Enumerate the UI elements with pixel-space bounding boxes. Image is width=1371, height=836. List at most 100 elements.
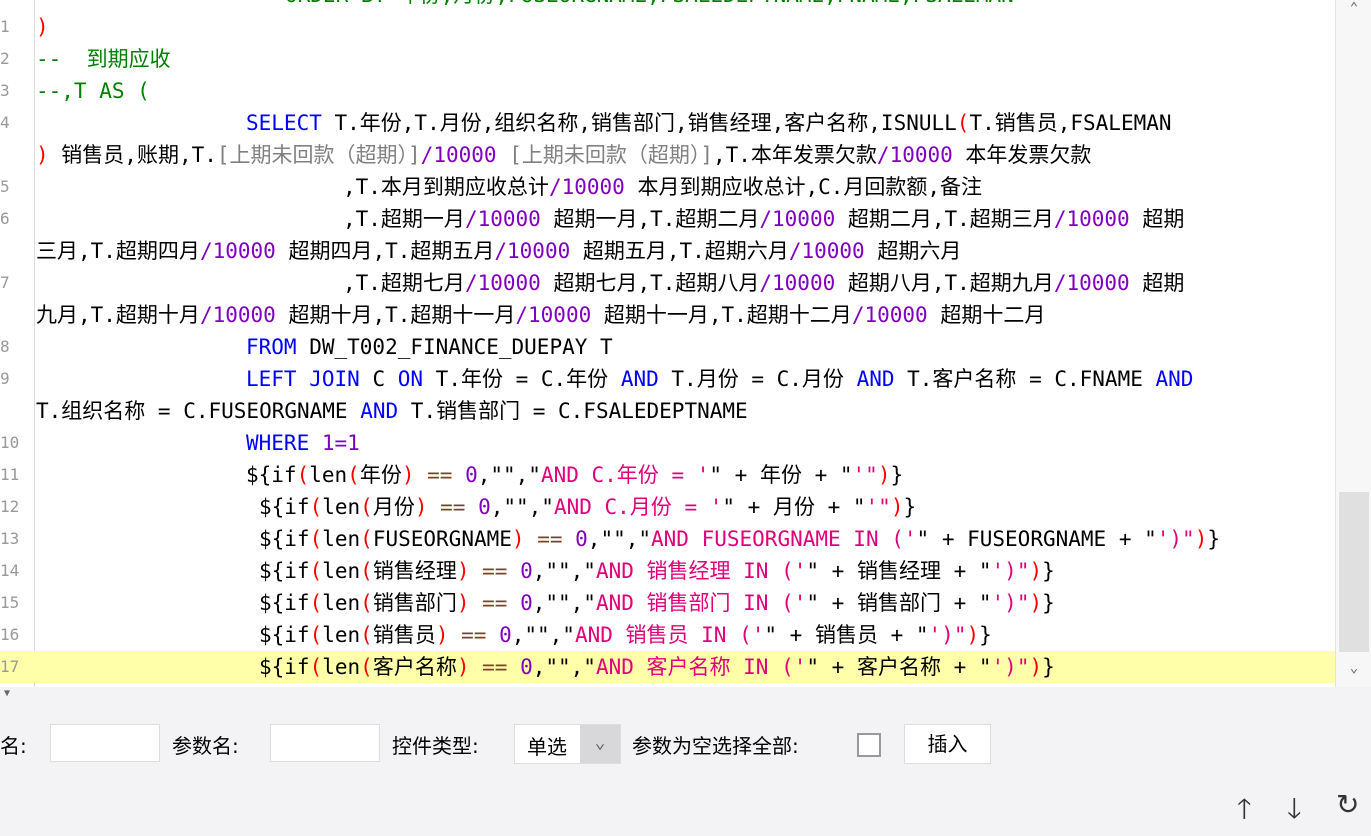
arrow-up-icon[interactable]: 🡑 xyxy=(1237,788,1252,836)
token-txt: T.销售员,FSALEMAN xyxy=(969,111,1172,135)
token-str: '" xyxy=(852,463,878,487)
vertical-scrollbar[interactable]: ⌃ ⌄ xyxy=(1335,0,1371,687)
token-txt: ,""," xyxy=(532,591,596,615)
code-line[interactable]: 14 ${if(len(销售经理) == 0,"","AND 销售经理 IN ('… xyxy=(0,555,1335,587)
code-line[interactable]: 7 ,T.超期七月/10000 超期七月,T.超期八月/10000 超期八月,T.… xyxy=(0,267,1335,299)
token-txt: ,""," xyxy=(532,655,596,679)
line-number: 1 xyxy=(0,17,10,36)
code-line[interactable]: 11 ${if(len(年份) == 0,"","AND C.年份 = '" + … xyxy=(0,459,1335,491)
control-type-value: 单选 xyxy=(527,735,567,759)
token-red: ) xyxy=(1029,559,1043,583)
token-num: /10000 xyxy=(464,271,541,295)
code-line[interactable]: 三月,T.超期四月/10000 超期四月,T.超期五月/10000 超期五月,T… xyxy=(0,235,1335,267)
token-str: ')" xyxy=(991,591,1030,615)
token-txt: T.年份 = C.年份 xyxy=(423,367,621,391)
token-txt: len xyxy=(309,463,348,487)
name-input[interactable] xyxy=(50,724,160,762)
token-num: /10000 xyxy=(199,303,276,327)
code-line[interactable]: ) 销售员,账期,T.[上期未回款（超期）]/10000 [上期未回款（超期）]… xyxy=(0,139,1335,171)
token-num: /10000 xyxy=(788,239,865,263)
control-type-select[interactable]: 单选 ⌄ xyxy=(514,724,621,764)
token-kw: WHERE xyxy=(246,431,310,455)
code-line[interactable]: 2 -- 到期应收 xyxy=(0,43,1335,75)
scroll-up-icon[interactable]: ⌃ xyxy=(1336,0,1371,16)
line-number: 5 xyxy=(0,177,10,196)
line-number: 6 xyxy=(0,209,10,228)
token-num: /10000 xyxy=(1053,207,1130,231)
token-txt: ,T.超期一月 xyxy=(343,207,465,231)
token-op: == xyxy=(469,559,521,583)
code-line[interactable]: T.组织名称 = C.FUSEORGNAME AND T.销售部门 = C.FS… xyxy=(0,395,1335,427)
code-line[interactable]: 1) xyxy=(0,11,1335,43)
token-gray: [上期未回款（超期）] xyxy=(509,143,713,167)
code-text: 三月,T.超期四月/10000 超期四月,T.超期五月/10000 超期五月,T… xyxy=(36,235,961,267)
token-num: 0 xyxy=(575,527,588,551)
code-line[interactable]: 3 --,T AS ( xyxy=(0,75,1335,107)
code-line[interactable]: 10 WHERE 1=1 xyxy=(0,427,1335,459)
token-op: == xyxy=(427,495,479,519)
line-number: 15 xyxy=(0,593,20,612)
code-line-current[interactable]: 17 ${if(len(客户名称) == 0,"","AND 客户名称 IN ('… xyxy=(0,651,1335,683)
token-txt: 三月,T.超期四月 xyxy=(36,239,200,263)
token-txt: 超期十二月 xyxy=(927,303,1046,327)
token-str: AND FUSEORGNAME IN (' xyxy=(651,527,917,551)
token-str: ')" xyxy=(1156,527,1195,551)
token-txt: C xyxy=(359,367,398,391)
empty-select-all-checkbox[interactable] xyxy=(857,733,881,757)
token-red: ) xyxy=(414,495,428,519)
code-line[interactable]: 九月,T.超期十月/10000 超期十月,T.超期十一月/10000 超期十一月… xyxy=(0,299,1335,331)
token-txt: 超期十一月,T.超期十二月 xyxy=(591,303,852,327)
code-line[interactable]: 12 ${if(len(月份) == 0,"","AND C.月份 = '" + … xyxy=(0,491,1335,523)
code-line[interactable]: 8 FROM DW_T002_FINANCE_DUEPAY T xyxy=(0,331,1335,363)
code-line[interactable]: 4 SELECT T.年份,T.月份,组织名称,销售部门,销售经理,客户名称,IS… xyxy=(0,107,1335,139)
chevron-down-icon[interactable]: ⌄ xyxy=(580,725,620,763)
scrollbar-thumb[interactable] xyxy=(1339,492,1369,652)
token-kw: AND xyxy=(1155,367,1194,391)
token-num: /10000 xyxy=(759,271,836,295)
token-txt: 客户名称 xyxy=(372,655,457,679)
token-txt: 年份 xyxy=(359,463,402,487)
token-txt: ,""," xyxy=(490,495,554,519)
refresh-icon[interactable]: ↻ xyxy=(1336,788,1359,821)
token-red: ) xyxy=(456,655,470,679)
param-name-input[interactable] xyxy=(270,724,380,762)
token-txt: ${if xyxy=(259,527,310,551)
code-line[interactable]: 5 ,T.本月到期应收总计/10000 本月到期应收总计,C.月回款额,备注 xyxy=(0,171,1335,203)
token-kw: AND xyxy=(360,399,399,423)
scroll-down-icon[interactable]: ⌄ xyxy=(1336,660,1371,676)
token-str: AND C.年份 = ' xyxy=(540,463,710,487)
token-txt: 本月到期应收总计,C.月回款额,备注 xyxy=(624,175,983,199)
token-red: ) xyxy=(1029,591,1043,615)
token-txt: } xyxy=(1042,559,1055,583)
token-num: 0 xyxy=(478,495,491,519)
code-line[interactable]: 13 ${if(len(FUSEORGNAME) == 0,"","AND FUS… xyxy=(0,523,1335,555)
token-num: /10000 xyxy=(1053,271,1130,295)
code-line[interactable]: 6 ,T.超期一月/10000 超期一月,T.超期二月/10000 超期二月,T.… xyxy=(0,203,1335,235)
token-red: ( xyxy=(360,623,373,647)
token-txt: 销售员 xyxy=(372,623,436,647)
token-txt: ${if xyxy=(259,655,310,679)
code-text: --,T AS ( xyxy=(36,75,150,107)
arrow-down-icon[interactable]: 🡓 xyxy=(1287,788,1302,836)
token-num: 0 xyxy=(520,655,533,679)
token-txt: ,""," xyxy=(587,527,652,551)
sql-editor[interactable]: ORDER BY 年份,月份,FUSEORGNAME,FSALEDEPTNAME… xyxy=(0,0,1335,687)
code-line[interactable]: 15 ${if(len(销售部门) == 0,"","AND 销售部门 IN ('… xyxy=(0,587,1335,619)
token-op: == xyxy=(448,623,500,647)
collapse-triangle-icon[interactable]: ▼ xyxy=(4,688,10,699)
token-txt: 超期五月,T.超期六月 xyxy=(570,239,789,263)
token-red: ( xyxy=(309,655,323,679)
token-txt: 超期六月 xyxy=(864,239,962,263)
insert-button[interactable]: 插入 xyxy=(904,724,991,764)
token-num: 0 xyxy=(465,463,478,487)
code-line[interactable]: 16 ${if(len(销售员) == 0,"","AND 销售员 IN ('" … xyxy=(0,619,1335,651)
token-txt: 超期 xyxy=(1129,271,1185,295)
line-number: 10 xyxy=(0,433,20,452)
code-line[interactable]: ORDER BY 年份,月份,FUSEORGNAME,FSALEDEPTNAME… xyxy=(0,0,1335,11)
token-kw: ON xyxy=(397,367,424,391)
line-number: 2 xyxy=(0,49,10,68)
code-line[interactable]: 9 LEFT JOIN C ON T.年份 = C.年份 AND T.月份 = C… xyxy=(0,363,1335,395)
token-gray: [上期未回款（超期）] xyxy=(216,143,421,167)
code-text: ${if(len(FUSEORGNAME) == 0,"","AND FUSEO… xyxy=(259,523,1220,555)
